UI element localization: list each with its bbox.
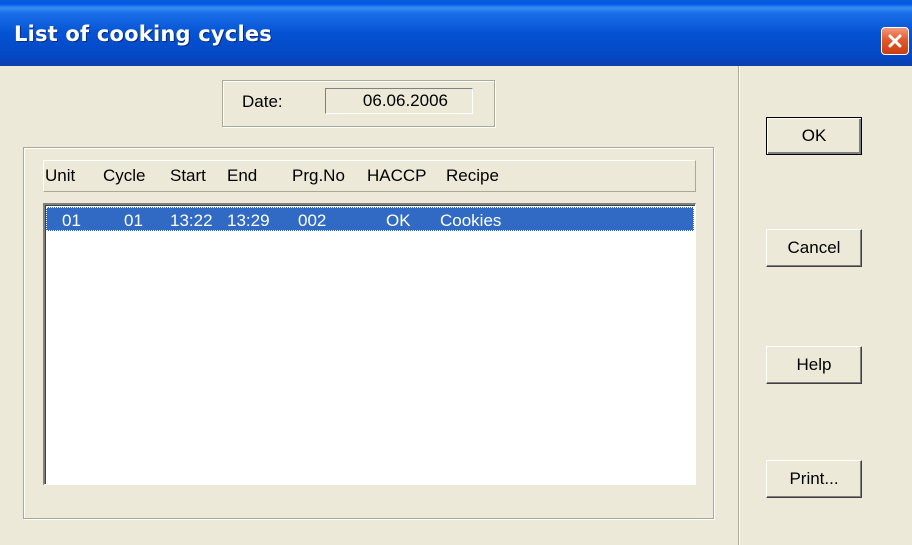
- cell-cycle: 01: [124, 211, 143, 230]
- window-title: List of cooking cycles: [14, 22, 272, 46]
- title-bar[interactable]: List of cooking cycles: [0, 0, 912, 66]
- cell-recipe: Cookies: [440, 211, 502, 230]
- column-header-end: End: [227, 166, 258, 185]
- panel-divider: [738, 66, 740, 545]
- ok-button[interactable]: OK: [766, 117, 862, 155]
- date-value-field: 06.06.2006: [325, 88, 473, 114]
- cell-end: 13:29: [227, 211, 270, 230]
- column-header-prg-no: Prg.No: [292, 166, 345, 185]
- cell-unit: 01: [62, 211, 81, 230]
- dialog-window: List of cooking cycles Date: 06.06.2006 …: [0, 0, 912, 545]
- cell-haccp: OK: [386, 211, 411, 230]
- date-label: Date:: [242, 92, 283, 111]
- print-button[interactable]: Print...: [766, 460, 862, 498]
- cell-prg-no: 002: [298, 211, 327, 230]
- column-header-recipe: Recipe: [446, 166, 499, 185]
- column-header-haccp: HACCP: [367, 166, 427, 185]
- column-header-cycle: Cycle: [103, 166, 146, 185]
- close-icon: [888, 34, 902, 48]
- help-button[interactable]: Help: [766, 346, 862, 384]
- column-header-start: Start: [170, 166, 206, 185]
- list-item[interactable]: [46, 207, 694, 231]
- cycles-listbox[interactable]: [43, 203, 696, 485]
- close-button[interactable]: [881, 27, 909, 55]
- cancel-button[interactable]: Cancel: [766, 229, 862, 267]
- cell-start: 13:22: [170, 211, 213, 230]
- column-header-unit: Unit: [45, 166, 76, 185]
